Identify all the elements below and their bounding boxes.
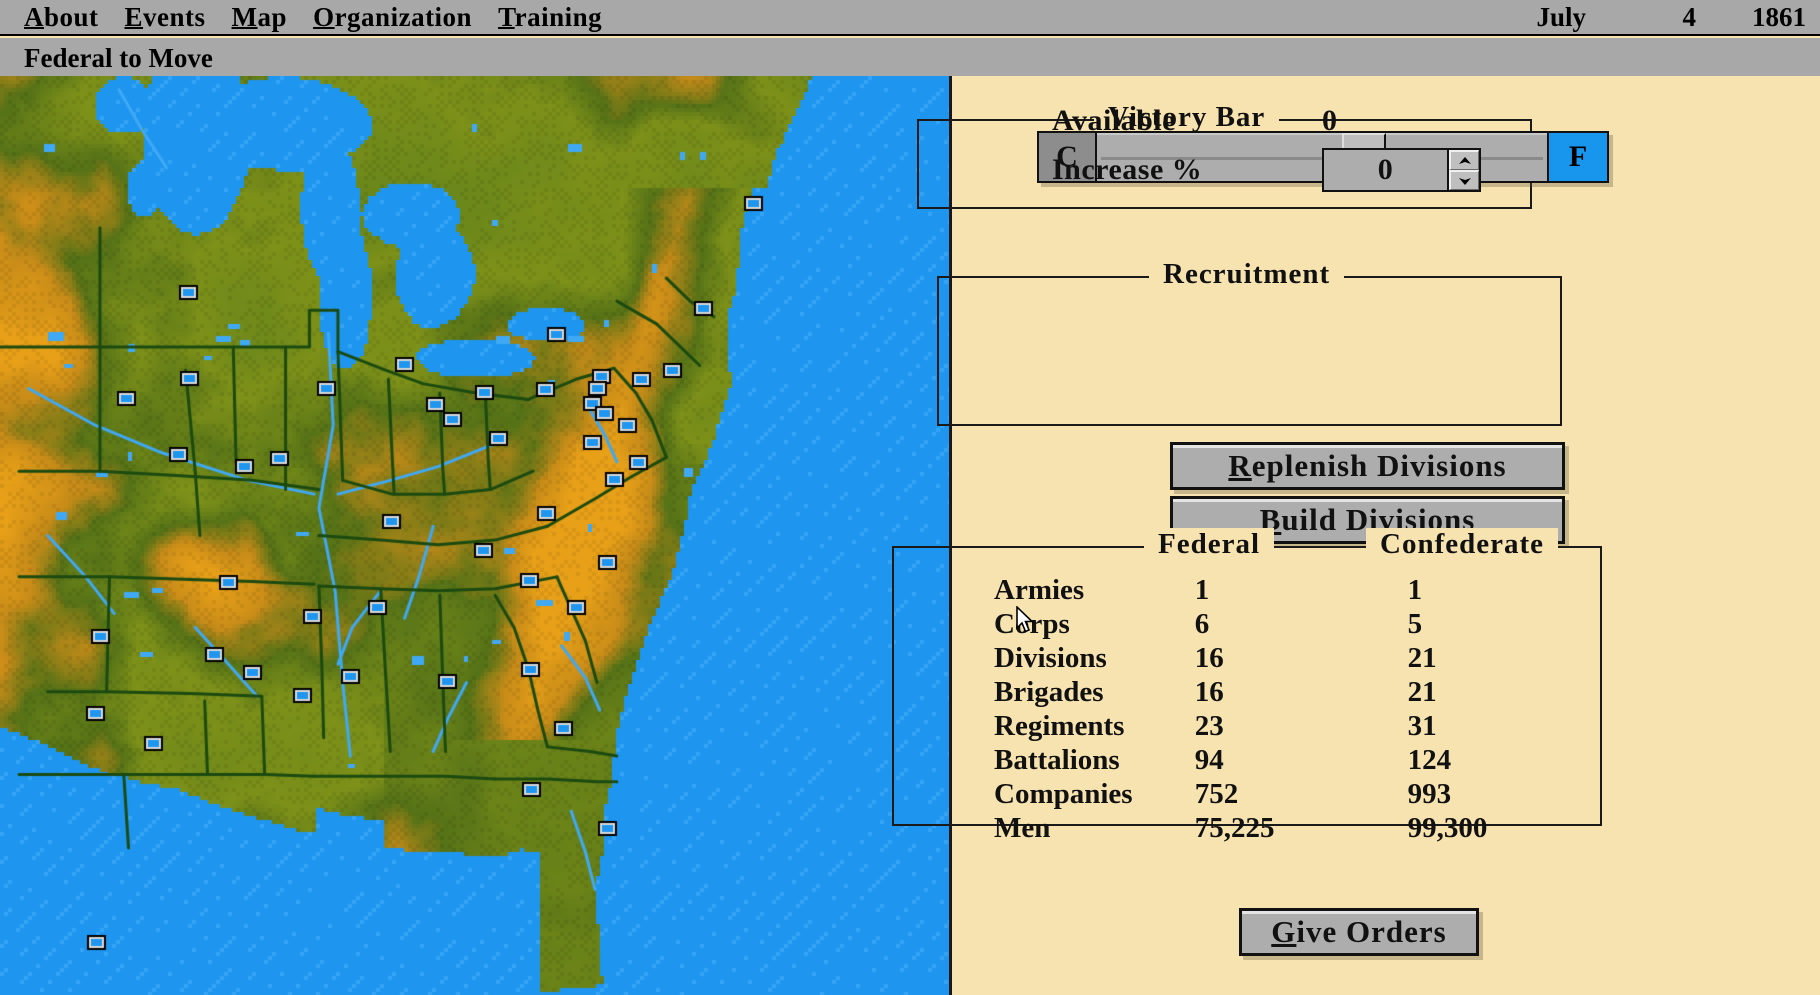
spinner-down-icon[interactable]: [1449, 170, 1479, 190]
game-window: About Events Map Organization Training J…: [0, 0, 1820, 995]
forces-row-confederate: 5: [1408, 607, 1600, 641]
forces-row-label: Men: [994, 811, 1195, 845]
replenish-accel: R: [1228, 448, 1251, 483]
map-view[interactable]: [0, 76, 952, 995]
recruitment-available-row: Available 0: [1052, 104, 1422, 138]
table-row: Regiments 23 31: [994, 709, 1600, 743]
game-date: July 4 1861: [1466, 0, 1806, 34]
forces-row-federal: 23: [1195, 709, 1408, 743]
menu-accel-organization: O: [313, 2, 335, 32]
recruitment-increase-stepper[interactable]: 0: [1322, 148, 1481, 192]
recruitment-increase-spin-buttons[interactable]: [1447, 148, 1481, 192]
forces-column-federal-header: Federal: [1144, 528, 1274, 561]
recruitment-available-label: Available: [1052, 104, 1322, 138]
status-bar: Federal to Move: [0, 38, 1820, 76]
control-panel: Victory Bar C F Recruitment Available 0: [952, 76, 1820, 995]
status-message: Federal to Move: [24, 41, 213, 75]
recruitment-increase-input[interactable]: 0: [1322, 148, 1447, 192]
menu-label-training: raining: [515, 2, 603, 32]
forces-row-federal: 752: [1195, 777, 1408, 811]
table-row: Men 75,225 99,300: [994, 811, 1600, 845]
table-row: Brigades 16 21: [994, 675, 1600, 709]
forces-row-federal: 94: [1195, 743, 1408, 777]
forces-summary-group: Federal Confederate Armies 1 1 Corps 6 5: [892, 546, 1602, 826]
replenish-divisions-button[interactable]: Replenish Divisions: [1170, 442, 1565, 490]
forces-row-label: Brigades: [994, 675, 1195, 709]
menu-item-organization[interactable]: Organization: [313, 0, 472, 34]
give-orders-accel: G: [1271, 914, 1296, 949]
menu-accel-training: T: [498, 2, 515, 32]
forces-column-confederate-header: Confederate: [1366, 528, 1558, 561]
menu-accel-about: A: [24, 2, 44, 32]
forces-row-confederate: 1: [1408, 573, 1600, 607]
recruitment-increase-label: Increase %: [1052, 153, 1322, 187]
forces-table-body: Armies 1 1 Corps 6 5 Divisions 16 21: [994, 573, 1600, 845]
menu-label-map: ap: [258, 2, 288, 32]
give-orders-label: ive Orders: [1296, 914, 1446, 949]
menu-label-organization: rganization: [335, 2, 473, 32]
forces-row-confederate: 99,300: [1408, 811, 1600, 845]
recruitment-available-value: 0: [1322, 104, 1422, 138]
date-month: July: [1466, 2, 1586, 33]
table-row: Battalions 94 124: [994, 743, 1600, 777]
forces-row-label: Corps: [994, 607, 1195, 641]
menu-accel-map: M: [232, 2, 258, 32]
map-canvas[interactable]: [0, 76, 952, 995]
menu-item-events[interactable]: Events: [125, 0, 206, 34]
forces-row-label: Divisions: [994, 641, 1195, 675]
forces-row-confederate: 31: [1408, 709, 1600, 743]
menu-item-training[interactable]: Training: [498, 0, 602, 34]
forces-row-federal: 16: [1195, 675, 1408, 709]
spinner-up-icon[interactable]: [1449, 150, 1479, 170]
recruitment-legend: Recruitment: [1149, 258, 1344, 291]
table-row: Armies 1 1: [994, 573, 1600, 607]
forces-row-confederate: 21: [1408, 641, 1600, 675]
forces-row-label: Regiments: [994, 709, 1195, 743]
forces-row-confederate: 124: [1408, 743, 1600, 777]
give-orders-button[interactable]: Give Orders: [1239, 908, 1479, 956]
forces-row-federal: 6: [1195, 607, 1408, 641]
forces-row-federal: 75,225: [1195, 811, 1408, 845]
menu-item-map[interactable]: Map: [232, 0, 288, 34]
menu-item-about[interactable]: About: [24, 0, 99, 34]
forces-row-label: Armies: [994, 573, 1195, 607]
menu-item-list: About Events Map Organization Training: [24, 0, 602, 34]
recruitment-group: Recruitment: [937, 276, 1562, 426]
forces-row-federal: 1: [1195, 573, 1408, 607]
table-row: Companies 752 993: [994, 777, 1600, 811]
forces-table: Armies 1 1 Corps 6 5 Divisions 16 21: [994, 573, 1600, 845]
menu-label-about: bout: [44, 2, 99, 32]
forces-row-federal: 16: [1195, 641, 1408, 675]
victory-bar-federal-end[interactable]: F: [1547, 133, 1607, 181]
menu-bar: About Events Map Organization Training J…: [0, 0, 1820, 36]
table-row: Divisions 16 21: [994, 641, 1600, 675]
replenish-label: eplenish Divisions: [1252, 448, 1507, 483]
forces-row-label: Companies: [994, 777, 1195, 811]
date-year: 1861: [1696, 2, 1806, 33]
table-row: Corps 6 5: [994, 607, 1600, 641]
date-day: 4: [1586, 2, 1696, 33]
forces-row-label: Battalions: [994, 743, 1195, 777]
forces-row-confederate: 993: [1408, 777, 1600, 811]
recruitment-increase-row: Increase % 0: [1052, 148, 1481, 192]
forces-row-confederate: 21: [1408, 675, 1600, 709]
menu-label-events: vents: [143, 2, 206, 32]
menu-accel-events: E: [125, 2, 144, 32]
